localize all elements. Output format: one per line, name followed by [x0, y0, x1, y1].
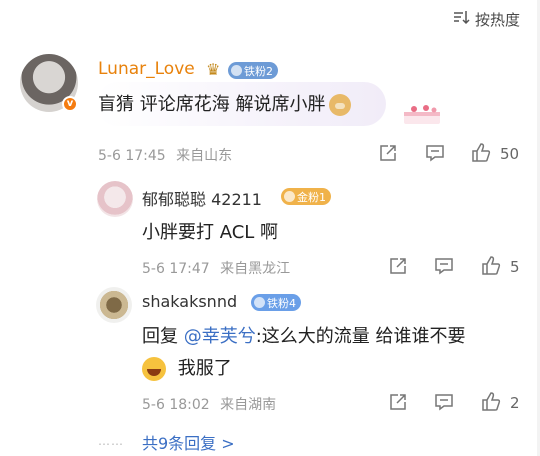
- comment-icon: [435, 258, 453, 275]
- fan-level-icon: [254, 297, 265, 308]
- fan-badge[interactable]: 铁粉2: [228, 61, 278, 80]
- like-button[interactable]: [470, 141, 492, 167]
- laughing-crying-emoji-icon: [142, 357, 166, 381]
- fan-badge[interactable]: 铁粉4: [251, 293, 301, 312]
- like-count: 2: [510, 394, 520, 412]
- comment-body: 盲猜 评论席花海 解说席小胖: [98, 94, 326, 115]
- reply-avatar[interactable]: [96, 287, 132, 323]
- like-button[interactable]: [480, 390, 502, 416]
- comment-text: 盲猜 评论席花海 解说席小胖: [98, 90, 352, 116]
- view-more-replies-link[interactable]: 共9条回复 >: [142, 430, 235, 454]
- fan-badge-label: 铁粉2: [244, 64, 273, 78]
- comment-icon: [435, 394, 453, 411]
- thumbs-up-icon: [482, 392, 501, 411]
- comment-button[interactable]: [424, 142, 446, 168]
- share-button[interactable]: [377, 142, 399, 168]
- reply-body: :这么大的流量 给谁谁不要: [255, 326, 466, 347]
- share-button[interactable]: [387, 255, 409, 281]
- like-button[interactable]: [480, 254, 502, 280]
- comment-date: 5-6 17:45: [98, 148, 166, 164]
- comment-username[interactable]: Lunar_Love: [98, 59, 195, 79]
- reply-prefix: 回复: [142, 326, 178, 347]
- cake-decoration-icon: [404, 105, 440, 124]
- reply-avatar[interactable]: [97, 181, 133, 217]
- fan-badge-label: 铁粉4: [267, 296, 296, 310]
- fan-level-icon: [284, 191, 295, 202]
- fan-badge-label: 金粉1: [297, 190, 326, 204]
- crown-icon: ♛: [206, 60, 221, 79]
- comment-button[interactable]: [433, 255, 455, 281]
- fan-badge[interactable]: 金粉1: [281, 187, 331, 206]
- sort-by-hot-button[interactable]: 按热度: [452, 8, 520, 30]
- share-icon: [390, 258, 406, 274]
- reply-date: 5-6 18:02: [142, 397, 210, 413]
- reply-date: 5-6 17:47: [142, 261, 210, 277]
- reply-text-line2: 我服了: [142, 354, 232, 381]
- doge-emoji-icon: [329, 94, 352, 116]
- reply-text: 回复 @幸芙兮:这么大的流量 给谁谁不要: [142, 322, 466, 348]
- share-icon: [390, 394, 406, 410]
- like-count: 5: [510, 258, 520, 276]
- reply-meta: 5-6 18:02 来自湖南: [142, 394, 276, 414]
- more-dots: ……: [98, 434, 124, 448]
- reply-text: 小胖要打 ACL 啊: [142, 222, 279, 243]
- verified-badge-icon: v: [62, 96, 78, 112]
- fan-level-icon: [231, 65, 242, 76]
- comment-button[interactable]: [433, 391, 455, 417]
- reply-body-line2: 我服了: [177, 358, 232, 379]
- reply-location: 来自湖南: [220, 397, 277, 413]
- reply-location: 来自黑龙江: [220, 261, 291, 277]
- thumbs-up-icon: [472, 143, 491, 162]
- comment-location: 来自山东: [176, 148, 233, 164]
- comment-icon: [426, 145, 444, 162]
- reply-meta: 5-6 17:47 来自黑龙江: [142, 258, 290, 278]
- like-count: 50: [500, 145, 520, 163]
- thumbs-up-icon: [482, 256, 501, 275]
- share-button[interactable]: [387, 391, 409, 417]
- sort-label: 按热度: [474, 10, 520, 29]
- sort-icon: [452, 8, 470, 30]
- reply-username[interactable]: shakaksnnd: [142, 292, 237, 311]
- share-icon: [380, 145, 396, 161]
- reply-username[interactable]: 郁郁聪聪 42211: [142, 186, 262, 210]
- mention-link[interactable]: @幸芙兮: [184, 326, 256, 347]
- comment-meta: 5-6 17:45 来自山东: [98, 145, 232, 165]
